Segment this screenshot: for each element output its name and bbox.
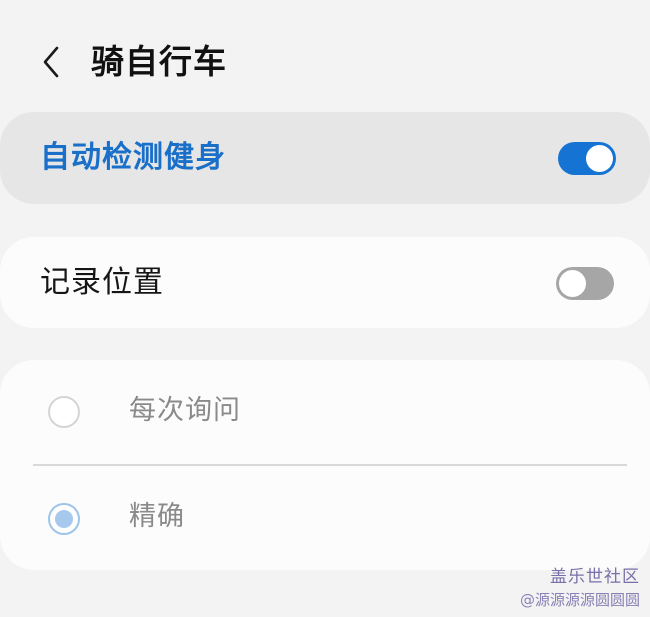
toggle-knob <box>557 268 588 299</box>
option-precise[interactable]: 精确 <box>0 466 650 570</box>
chevron-left-icon <box>43 46 59 78</box>
radio-unselected[interactable] <box>48 396 80 428</box>
record-location-row[interactable]: 记录位置 <box>0 237 650 328</box>
page: 骑自行车 自动检测健身 记录位置 每次询问 精确 盖乐世社区 @源源源源圆圆圆 <box>0 0 650 617</box>
auto-detect-toggle[interactable] <box>558 142 616 175</box>
watermark-user: @源源源源圆圆圆 <box>519 591 640 609</box>
option-label: 精确 <box>129 501 185 532</box>
radio-selected[interactable] <box>48 503 80 535</box>
location-mode-group: 每次询问 精确 <box>0 360 650 570</box>
option-ask-every-time[interactable]: 每次询问 <box>0 360 650 464</box>
page-title: 骑自行车 <box>91 42 227 81</box>
toggle-knob <box>586 145 613 172</box>
auto-detect-row[interactable]: 自动检测健身 <box>0 112 650 204</box>
record-location-label: 记录位置 <box>40 265 164 300</box>
back-button[interactable] <box>34 42 68 82</box>
watermark-brand: 盖乐世社区 <box>550 567 640 587</box>
radio-dot <box>55 510 73 528</box>
record-location-toggle[interactable] <box>556 267 614 300</box>
header: 骑自行车 <box>0 0 650 112</box>
auto-detect-label: 自动检测健身 <box>40 140 226 175</box>
option-label: 每次询问 <box>129 395 241 426</box>
